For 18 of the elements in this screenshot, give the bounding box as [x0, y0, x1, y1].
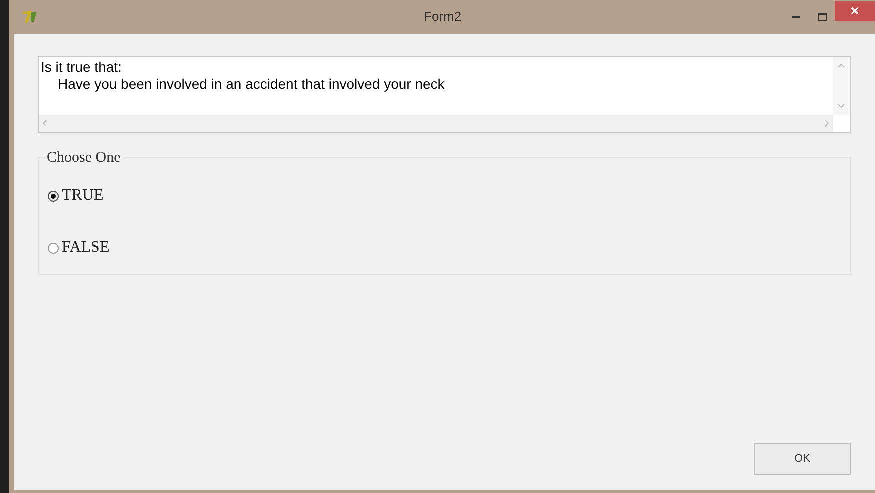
close-icon — [851, 7, 859, 15]
close-button[interactable] — [835, 1, 875, 21]
maximize-icon — [818, 13, 826, 21]
app-logo-icon — [22, 10, 38, 24]
radio-button[interactable] — [48, 242, 59, 254]
window-title: Form2 — [424, 8, 462, 26]
minimize-icon — [792, 16, 800, 18]
vertical-scrollbar[interactable] — [833, 57, 850, 115]
radio-option[interactable]: FALSE — [48, 237, 850, 259]
scroll-down-icon — [838, 104, 845, 108]
question-text: Is it true that: — [41, 59, 123, 76]
radio-button[interactable] — [48, 190, 59, 202]
radio-option[interactable]: TRUE — [48, 185, 850, 207]
question-text: Have you been involved in an accident that involved your neck — [57, 76, 446, 93]
scroll-right-icon — [825, 120, 829, 127]
scroll-up-icon — [838, 64, 845, 68]
ok-button[interactable]: OK — [754, 443, 851, 475]
scroll-left-icon — [43, 120, 47, 127]
